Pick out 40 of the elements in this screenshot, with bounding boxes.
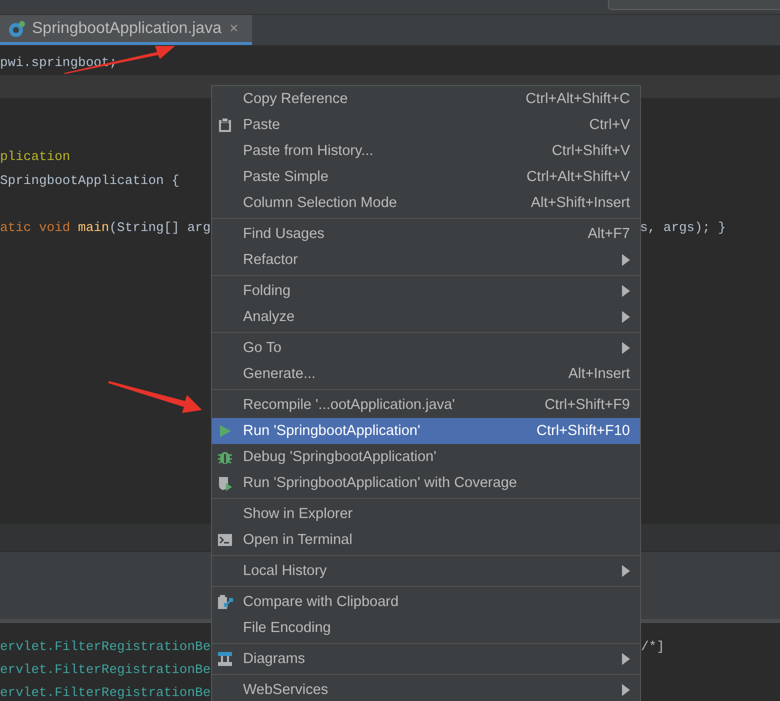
menu-item[interactable]: Debug 'SpringbootApplication' (212, 444, 640, 470)
code-line: pwi.springboot; (0, 54, 118, 72)
console-line: ervlet.FilterRegistrationBe (0, 661, 211, 679)
menu-item[interactable]: WebServices (212, 677, 640, 701)
run-icon (217, 423, 233, 439)
menu-item[interactable]: Recompile '...ootApplication.java' Ctrl+Shift+F9 (212, 392, 640, 418)
console-line: /*] (641, 638, 664, 656)
menu-item[interactable]: Show in Explorer (212, 501, 640, 527)
clipboard-icon (217, 117, 233, 133)
menu-item[interactable]: Analyze (212, 304, 640, 330)
close-button[interactable]: × (229, 20, 238, 37)
menu-item[interactable]: Column Selection Mode Alt+Shift+Insert (212, 190, 640, 216)
menu-item[interactable]: Refactor (212, 247, 640, 273)
menu-item[interactable]: Go To (212, 335, 640, 361)
menu-item[interactable]: Diagrams (212, 646, 640, 672)
menu-item[interactable]: Run 'SpringbootApplication' with Coverage (212, 470, 640, 496)
bug-icon (217, 449, 233, 465)
menu-item[interactable]: Find Usages Alt+F7 (212, 221, 640, 247)
menu-item[interactable]: Local History (212, 558, 640, 584)
editor-tab[interactable]: SpringbootApplication.java × (0, 15, 252, 45)
shield-run-icon (217, 475, 233, 491)
menu-item[interactable]: Generate... Alt+Insert (212, 361, 640, 387)
code-line: s, args); } (640, 218, 726, 236)
menu-item[interactable]: Paste Ctrl+V (212, 112, 640, 138)
diagram-icon (217, 651, 233, 667)
menu-item[interactable]: Copy Reference Ctrl+Alt+Shift+C (212, 86, 640, 112)
class-file-icon (8, 20, 26, 38)
terminal-icon (217, 532, 233, 548)
menu-item[interactable]: Paste from History... Ctrl+Shift+V (212, 138, 640, 164)
menu-item[interactable]: Compare with Clipboard (212, 589, 640, 615)
menu-item[interactable]: Run 'SpringbootApplication' Ctrl+Shift+F10 (212, 418, 640, 444)
code-line: atic void main(String[] arg (0, 218, 211, 236)
code-line: SpringbootApplication { (0, 172, 180, 190)
menu-item[interactable]: File Encoding (212, 615, 640, 641)
console-line: ervlet.FilterRegistrationBe (0, 684, 211, 701)
console-line: ervlet.FilterRegistrationBe (0, 638, 211, 656)
menu-item[interactable]: Folding (212, 278, 640, 304)
compare-icon (217, 594, 233, 610)
code-line: plication (0, 148, 70, 166)
menu-item[interactable]: Paste Simple Ctrl+Alt+Shift+V (212, 164, 640, 190)
